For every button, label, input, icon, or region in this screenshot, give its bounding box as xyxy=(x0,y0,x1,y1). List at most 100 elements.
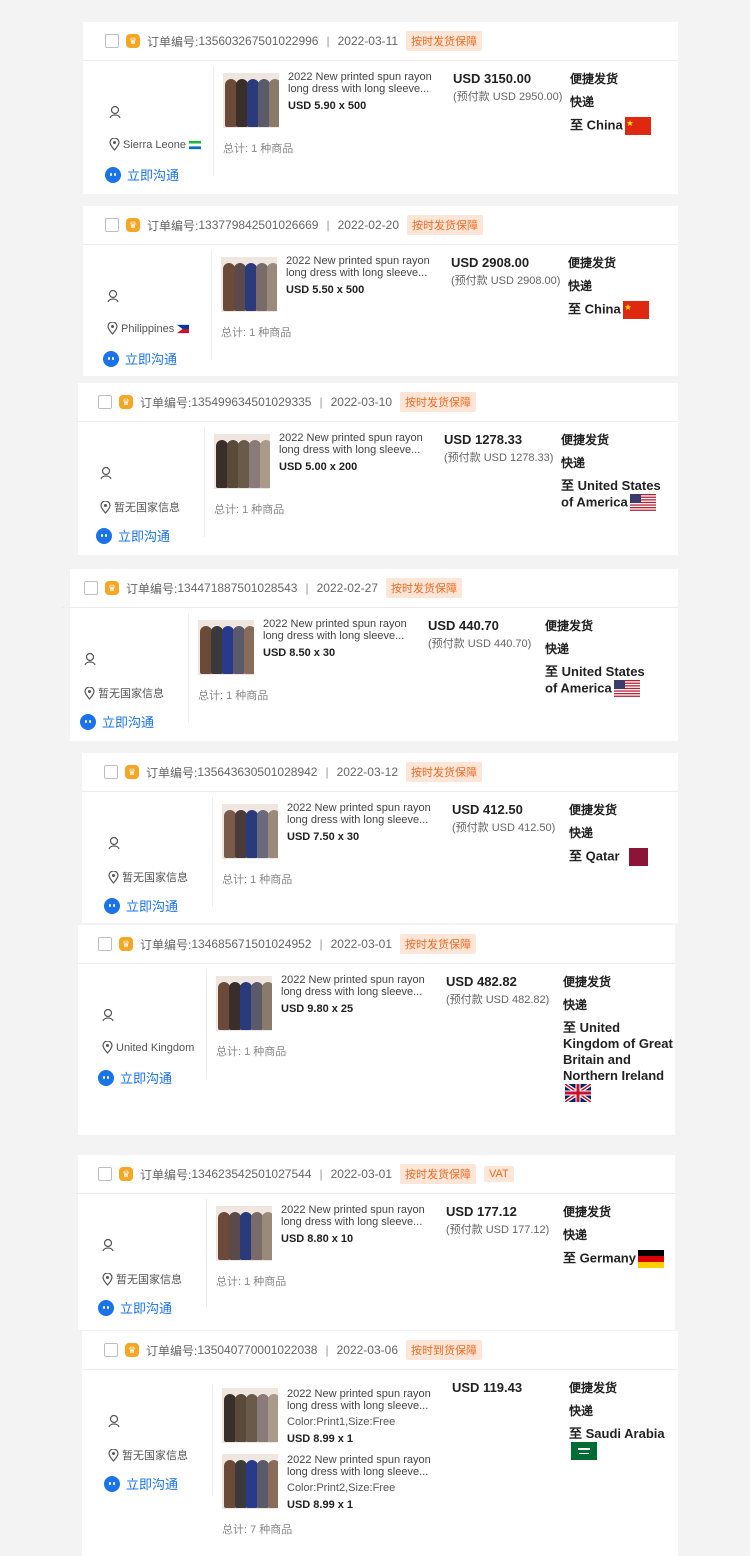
order-checkbox[interactable] xyxy=(84,581,98,595)
order-date: 2022-03-10 xyxy=(330,395,392,409)
order-number[interactable]: 135040770001022038 xyxy=(197,1343,317,1357)
shipping-info: 便捷发货 快递至 China xyxy=(568,255,680,319)
shipping-method: 便捷发货 xyxy=(563,1205,612,1219)
order-amount: USD 3150.00 xyxy=(453,71,532,86)
product-thumbnail[interactable] xyxy=(223,73,279,128)
divider: | xyxy=(319,395,323,409)
product-thumbnail[interactable] xyxy=(222,1388,278,1443)
order-number-label: 订单编号: xyxy=(146,1343,198,1358)
product-title[interactable]: 2022 New printed spun rayon long dress wi… xyxy=(281,974,433,998)
order-header: ♛ 订单编号: 135499634501029335 | 2022-03-10 按时发货保… xyxy=(76,383,678,422)
product-title[interactable]: 2022 New printed spun rayon long dress wi… xyxy=(279,432,431,456)
buyer-location: 暂无国家信息 xyxy=(108,1447,188,1463)
chat-now-button[interactable]: 立即沟通 xyxy=(105,165,179,184)
order-number-label: 订单编号: xyxy=(146,765,198,780)
chat-now-button[interactable]: 立即沟通 xyxy=(104,1474,178,1493)
order-date: 2022-02-20 xyxy=(337,218,399,232)
item-count-total: 总计: 1 种商品 xyxy=(221,327,292,339)
item-count-total: 总计: 1 种商品 xyxy=(223,143,294,155)
crown-icon: ♛ xyxy=(119,395,133,409)
chat-now-label: 立即沟通 xyxy=(126,1477,179,1492)
order-number[interactable]: 135643630501028942 xyxy=(197,765,317,779)
order-checkbox[interactable] xyxy=(104,765,118,779)
location-pin-icon xyxy=(109,138,120,151)
order-number[interactable]: 133779842501026669 xyxy=(198,218,318,232)
product-thumbnail[interactable] xyxy=(221,257,277,312)
order-checkbox[interactable] xyxy=(105,218,119,232)
shipping-destination: 至 United States of America xyxy=(561,478,673,512)
shipping-destination: 至 China xyxy=(568,301,680,319)
order-checkbox[interactable] xyxy=(98,937,112,951)
order-body: Philippines 立即沟通 2022 New printed spun ray… xyxy=(81,245,678,376)
location-pin-icon xyxy=(84,686,95,700)
order-body: 暂无国家信息 立即沟通 2022 New printed spun rayon lon… xyxy=(58,608,678,741)
product-thumbnail[interactable] xyxy=(216,1206,272,1261)
order-checkbox[interactable] xyxy=(105,34,119,48)
chat-now-label: 立即沟通 xyxy=(125,352,178,367)
product-title[interactable]: 2022 New printed spun rayon long dress wi… xyxy=(287,1388,439,1412)
product-thumbnail[interactable] xyxy=(216,976,272,1031)
column-divider xyxy=(213,66,214,176)
product-thumbnail[interactable] xyxy=(214,434,270,489)
product-title[interactable]: 2022 New printed spun rayon long dress wi… xyxy=(288,71,440,95)
china-flag-icon xyxy=(622,301,649,319)
shipping-carrier: 快递 xyxy=(563,998,588,1012)
order-checkbox[interactable] xyxy=(104,1343,118,1357)
chat-now-label: 立即沟通 xyxy=(118,529,171,544)
user-icon xyxy=(108,1414,120,1428)
order-header: ♛ 订单编号: 135643630501028942 | 2022-03-12 按时发货保… xyxy=(82,753,678,792)
guarantee-badge: 按时到货保障 xyxy=(406,1340,482,1360)
crown-icon: ♛ xyxy=(126,34,140,48)
product-thumbnail[interactable] xyxy=(222,1454,278,1509)
shipping-info: 便捷发货 快递至 United States of America xyxy=(545,618,657,698)
product-title[interactable]: 2022 New printed spun rayon long dress wi… xyxy=(263,618,415,642)
order-checkbox[interactable] xyxy=(98,1167,112,1181)
guarantee-badge: 按时发货保障 xyxy=(400,934,476,954)
product-title[interactable]: 2022 New printed spun rayon long dress wi… xyxy=(286,255,438,279)
product-title[interactable]: 2022 New printed spun rayon long dress wi… xyxy=(287,802,439,826)
product-title[interactable]: 2022 New printed spun rayon long dress wi… xyxy=(281,1204,433,1228)
product-thumbnail[interactable] xyxy=(222,804,278,859)
buyer-country: 暂无国家信息 xyxy=(122,1450,188,1462)
buyer-location: 暂无国家信息 xyxy=(102,1271,182,1287)
product-title[interactable]: 2022 New printed spun rayon long dress wi… xyxy=(287,1454,439,1478)
order-body: United Kingdom 立即沟通 2022 New printed spun … xyxy=(76,964,675,1135)
chat-bubble-icon xyxy=(105,166,121,183)
shipping-carrier: 快递 xyxy=(570,95,595,109)
order-date: 2022-03-01 xyxy=(330,937,392,951)
column-divider xyxy=(212,1385,213,1495)
order-number[interactable]: 135603267501022996 xyxy=(198,34,318,48)
user-icon xyxy=(108,836,120,850)
order-number[interactable]: 135499634501029335 xyxy=(191,395,311,409)
chat-bubble-icon xyxy=(98,1299,114,1316)
guarantee-badge: 按时发货保障 xyxy=(400,1164,476,1184)
chat-now-button[interactable]: 立即沟通 xyxy=(98,1068,172,1087)
guarantee-badge: 按时发货保障 xyxy=(407,215,483,235)
order-number[interactable]: 134685671501024952 xyxy=(191,937,311,951)
chat-now-button[interactable]: 立即沟通 xyxy=(96,526,170,545)
order-checkbox[interactable] xyxy=(98,395,112,409)
order-header: ♛ 订单编号: 134623542501027544 | 2022-03-01 按时发货保… xyxy=(76,1155,675,1194)
chat-now-label: 立即沟通 xyxy=(120,1071,173,1086)
chat-now-label: 立即沟通 xyxy=(102,715,155,730)
crown-icon: ♛ xyxy=(119,937,133,951)
chat-now-button[interactable]: 立即沟通 xyxy=(98,1298,172,1317)
chat-now-button[interactable]: 立即沟通 xyxy=(80,712,154,731)
column-divider xyxy=(211,250,212,360)
order-amount: USD 1278.33 xyxy=(444,432,523,447)
product-thumbnail[interactable] xyxy=(198,620,254,675)
divider: | xyxy=(325,1343,329,1357)
destination-country: 至 China xyxy=(568,301,621,317)
buyer-country: United Kingdom xyxy=(116,1041,195,1054)
order-number[interactable]: 134471887501028543 xyxy=(177,581,297,595)
crown-icon: ♛ xyxy=(125,765,139,779)
shipping-destination: 至 United States of America xyxy=(545,664,657,698)
chat-now-button[interactable]: 立即沟通 xyxy=(103,349,177,368)
order-date: 2022-02-27 xyxy=(316,581,378,595)
chat-now-button[interactable]: 立即沟通 xyxy=(104,896,178,915)
order-date: 2022-03-06 xyxy=(336,1343,398,1357)
chat-now-label: 立即沟通 xyxy=(120,1301,173,1316)
location-pin-icon xyxy=(102,1041,113,1054)
order-number[interactable]: 134623542501027544 xyxy=(191,1167,311,1181)
prepayment-amount: (预付款 USD 177.12) xyxy=(446,1224,550,1236)
